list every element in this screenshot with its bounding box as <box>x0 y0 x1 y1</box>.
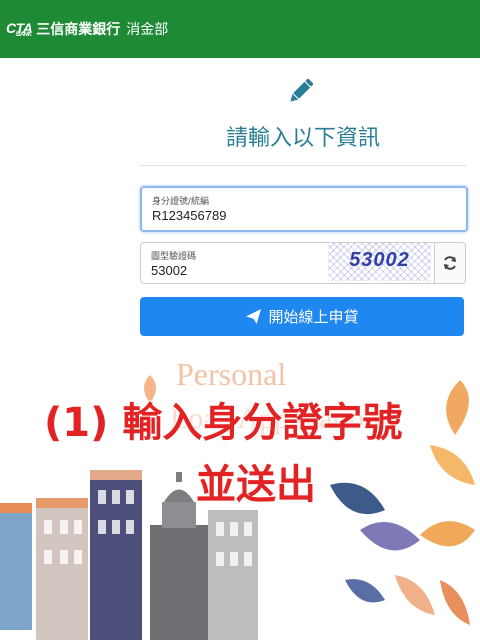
bank-logo[interactable]: CTA BANK 三信商業銀行 消金部 <box>6 19 168 39</box>
start-application-button[interactable]: 開始線上申貸 <box>140 297 464 336</box>
captcha-image: 53002 <box>328 243 431 281</box>
captcha-input[interactable]: 53002 <box>151 263 187 278</box>
instruction-annotation-line1: (1) 輸入身分證字號 <box>44 400 403 446</box>
captcha-image-text: 53002 <box>349 249 410 271</box>
logo-sub: BANK <box>16 32 32 38</box>
department-name: 消金部 <box>126 22 169 38</box>
logo-mark: CTA BANK <box>6 20 33 38</box>
instruction-annotation-line2: 並送出 <box>196 462 316 508</box>
bank-name: 三信商業銀行 <box>36 22 121 38</box>
title-divider <box>140 165 466 166</box>
background-personal-text: Personal <box>176 356 287 392</box>
id-number-field[interactable]: 身分證號/統編 R123456789 <box>140 186 468 232</box>
id-number-label: 身分證號/統編 <box>152 197 210 207</box>
refresh-icon <box>444 256 456 270</box>
send-icon <box>246 309 262 324</box>
refresh-captcha-button[interactable] <box>434 242 466 284</box>
form-title: 請輸入以下資訊 <box>225 126 380 151</box>
top-header-bar: CTA BANK 三信商業銀行 消金部 <box>0 0 480 58</box>
id-number-input[interactable]: R123456789 <box>152 208 226 223</box>
captcha-label: 圖型驗證碼 <box>151 252 197 262</box>
pencil-icon <box>290 78 314 102</box>
start-application-label: 開始線上申貸 <box>268 308 359 326</box>
